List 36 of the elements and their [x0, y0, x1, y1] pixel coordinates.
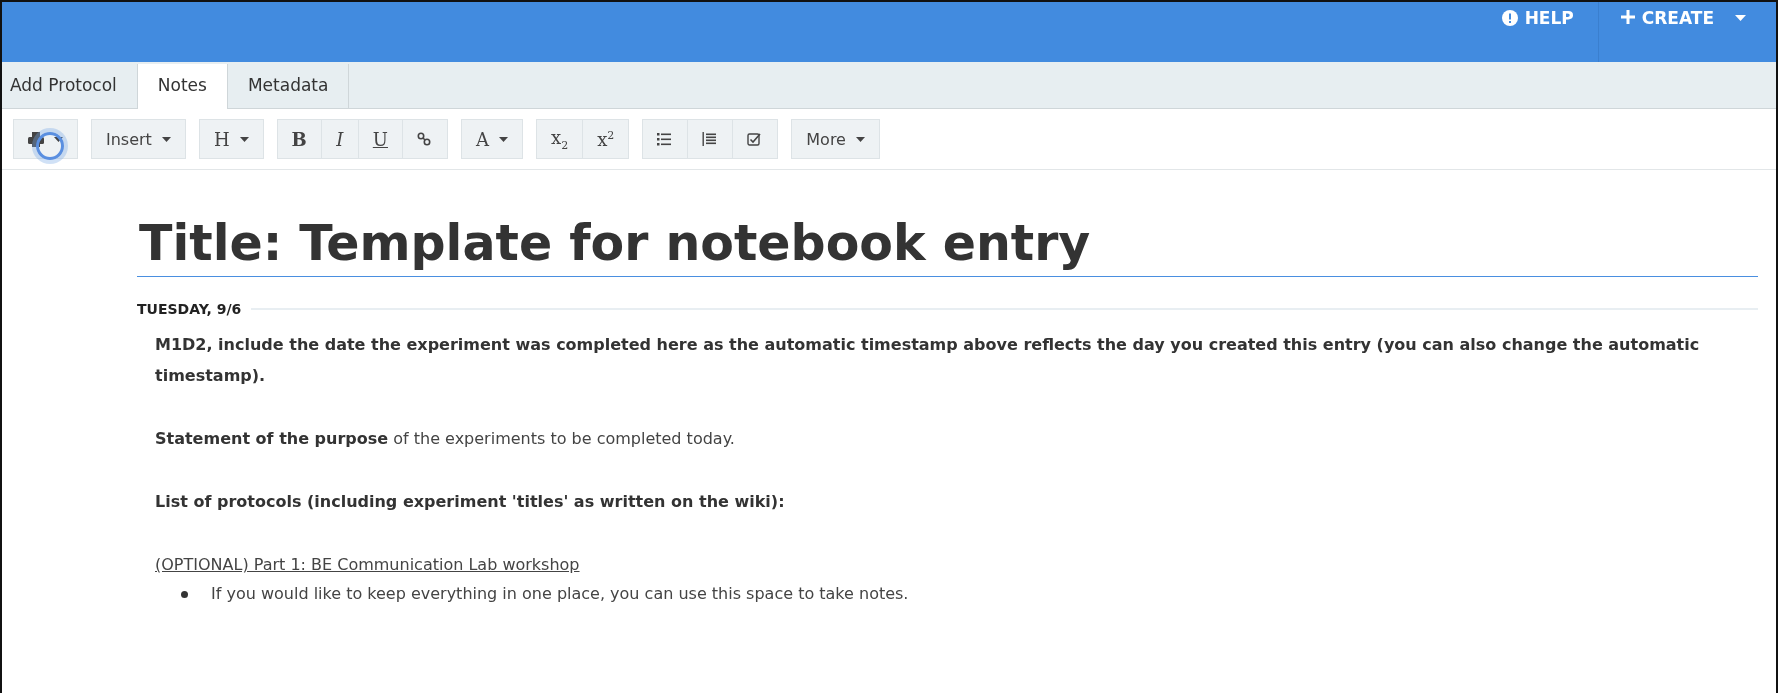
dropdown-button[interactable]: Insert	[91, 119, 186, 159]
bulleted-list-button[interactable]	[642, 119, 689, 159]
list-item: If you would like to keep everything in one place, you can use this space to take notes.	[211, 583, 909, 605]
caret-icon	[499, 136, 508, 142]
help-button[interactable]: HELP	[1477, 2, 1598, 62]
numbered-list-button[interactable]	[687, 119, 734, 159]
link-icon	[417, 131, 433, 147]
dropdown-button[interactable]: More	[791, 119, 880, 159]
checklist-button[interactable]	[732, 119, 779, 159]
toolbar-button[interactable]: x$^{2}$	[582, 119, 630, 159]
paragraph: List of protocols (including experiment 'titles' as written on the wiki):	[155, 491, 786, 513]
tab[interactable]: Notes	[137, 64, 228, 109]
caret-icon	[239, 136, 249, 142]
date-label: TUESDAY, 9/6	[137, 301, 242, 317]
numbered-list-icon	[702, 131, 719, 147]
info-icon	[1501, 10, 1518, 26]
underline-button[interactable]: U	[357, 119, 403, 159]
dropdown-button[interactable]: A	[461, 119, 523, 159]
caret-icon	[855, 136, 865, 142]
toolbar-button[interactable]: x$_{2}$	[536, 119, 584, 159]
printer-icon	[28, 131, 44, 147]
bulleted-list-icon	[657, 131, 674, 147]
section-heading: (OPTIONAL) Part 1: BE Communication Lab workshop	[155, 554, 581, 576]
link-button[interactable]	[402, 119, 448, 159]
caret-icon	[1735, 15, 1746, 21]
document-title: Title: Template for notebook entry	[137, 212, 1758, 277]
paragraph: Statement of the purpose of the experiments to be completed today.	[155, 428, 736, 450]
italic-button[interactable]: I	[320, 119, 359, 159]
paragraph: M1D2, include the date the experiment was completed here as the automatic timestamp above reflects the day you created this entry (you can also change the automatic timestamp).	[155, 334, 1701, 387]
bold-button[interactable]: B	[276, 119, 322, 159]
caret-icon	[161, 136, 171, 142]
caret-icon	[54, 136, 63, 142]
bullet-icon	[181, 590, 188, 598]
dropdown-button[interactable]: H	[198, 119, 264, 159]
checklist-icon	[747, 131, 764, 147]
plus-icon	[1620, 10, 1635, 24]
